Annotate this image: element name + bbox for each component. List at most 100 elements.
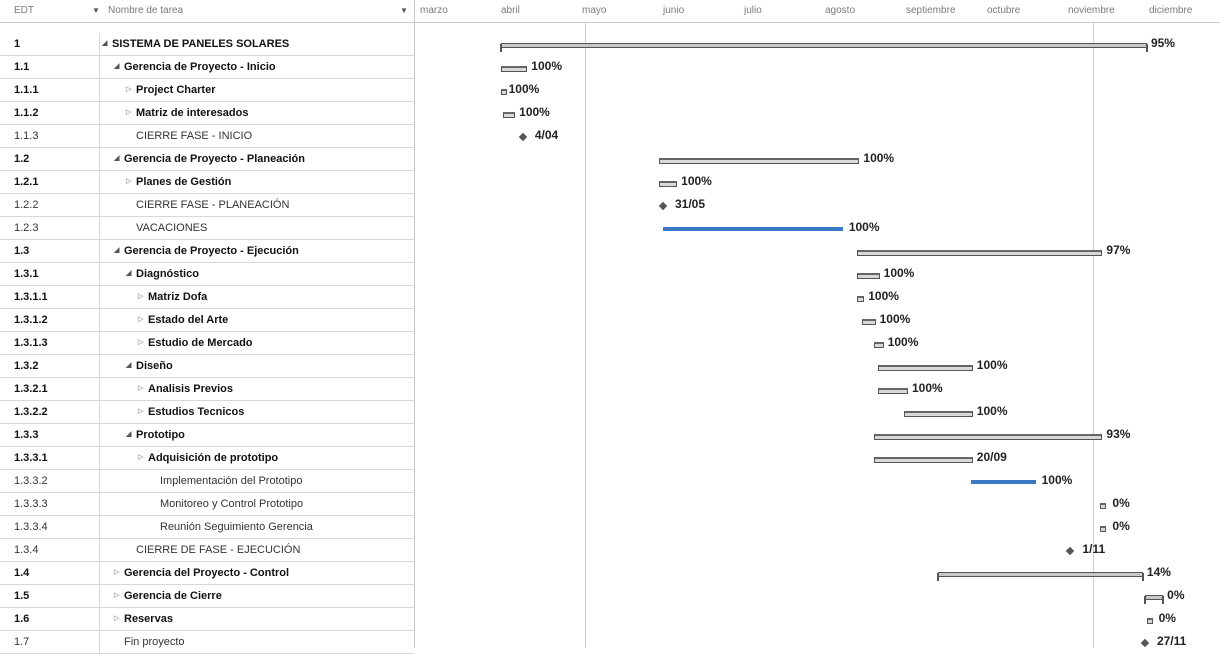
name-column-header[interactable]: Nombre de tarea [108, 0, 183, 22]
task-row[interactable]: 1.3 ◢ Gerencia de Proyecto - Ejecución [0, 240, 414, 263]
expand-triangle-icon[interactable]: ▷ [126, 102, 136, 124]
task-name-cell: ▷ Estudios Tecnicos [102, 401, 414, 423]
task-name-cell: VACACIONES [102, 217, 414, 239]
task-name-cell: ◢ Gerencia de Proyecto - Ejecución [102, 240, 414, 262]
expand-triangle-icon[interactable]: ▷ [138, 447, 148, 469]
wbs-column-header[interactable]: EDT [14, 0, 34, 22]
expand-triangle-icon[interactable]: ▷ [126, 79, 136, 101]
task-row[interactable]: 1.3.4 CIERRE DE FASE - EJECUCIÓN [0, 539, 414, 562]
milestone-diamond[interactable] [658, 201, 668, 211]
expand-triangle-icon[interactable]: ▷ [126, 171, 136, 193]
collapse-triangle-icon[interactable]: ◢ [126, 263, 136, 285]
gantt-bar[interactable] [658, 158, 860, 164]
task-row[interactable]: 1.3.2.1 ▷ Analisis Previos [0, 378, 414, 401]
expand-triangle-icon[interactable]: ▷ [138, 378, 148, 400]
task-row[interactable]: 1.3.1.3 ▷ Estudio de Mercado [0, 332, 414, 355]
task-row[interactable]: 1.1 ◢ Gerencia de Proyecto - Inicio [0, 56, 414, 79]
gantt-bar[interactable] [501, 66, 528, 72]
bar-label: 27/11 [1156, 634, 1187, 648]
expand-triangle-icon[interactable]: ▷ [138, 309, 148, 331]
gantt-bar[interactable] [873, 342, 884, 348]
bar-label: 0% [1158, 611, 1176, 625]
task-row[interactable]: 1.3.1.1 ▷ Matriz Dofa [0, 286, 414, 309]
critical-task-bar[interactable] [663, 227, 843, 231]
summary-bar[interactable] [937, 572, 1144, 581]
wbs-cell: 1.5 [0, 585, 100, 607]
expand-triangle-icon[interactable]: ▷ [138, 286, 148, 308]
gantt-bar[interactable] [862, 319, 876, 325]
gantt-bar[interactable] [877, 365, 973, 371]
task-row[interactable]: 1.3.3.1 ▷ Adquisición de prototipo [0, 447, 414, 470]
task-row[interactable]: 1.1.1 ▷ Project Charter [0, 79, 414, 102]
gantt-bar[interactable] [501, 89, 507, 95]
summary-bar[interactable] [1143, 595, 1165, 604]
task-row[interactable]: 1.1.2 ▷ Matriz de interesados [0, 102, 414, 125]
expand-triangle-icon[interactable]: ▷ [138, 401, 148, 423]
task-row[interactable]: 1 ◢ SISTEMA DE PANELES SOLARES [0, 33, 414, 56]
summary-bar[interactable] [500, 43, 1148, 52]
expand-triangle-icon[interactable]: ▷ [138, 332, 148, 354]
task-row[interactable]: 1.4 ▷ Gerencia del Proyecto - Control [0, 562, 414, 585]
gantt-bar[interactable] [857, 296, 865, 302]
gantt-bar[interactable] [1146, 618, 1153, 624]
collapse-triangle-icon[interactable]: ◢ [126, 424, 136, 446]
milestone-diamond[interactable] [518, 132, 528, 142]
month-label: septiembre [906, 5, 956, 16]
task-row[interactable]: 1.3.3 ◢ Prototipo [0, 424, 414, 447]
task-name-cell: ◢ Diagnóstico [102, 263, 414, 285]
month-label: julio [744, 5, 762, 16]
gantt-bar[interactable] [873, 457, 973, 463]
task-row[interactable]: 1.2.3 VACACIONES [0, 217, 414, 240]
critical-task-bar[interactable] [970, 480, 1036, 484]
task-name-label: Estado del Arte [148, 314, 229, 326]
task-name-label: Project Charter [136, 84, 216, 96]
gantt-bar[interactable] [873, 434, 1103, 440]
gantt-bar[interactable] [502, 112, 516, 118]
wbs-cell: 1.3.1.1 [0, 286, 100, 308]
task-row[interactable]: 1.1.3 CIERRE FASE - INICIO [0, 125, 414, 148]
bar-label: 100% [508, 82, 540, 96]
task-name-label: Gerencia de Proyecto - Ejecución [124, 245, 299, 257]
task-row[interactable]: 1.3.2.2 ▷ Estudios Tecnicos [0, 401, 414, 424]
task-row[interactable]: 1.2.2 CIERRE FASE - PLANEACIÓN [0, 194, 414, 217]
gantt-bar[interactable] [857, 273, 880, 279]
task-row[interactable]: 1.3.3.3 Monitoreo y Control Prototipo [0, 493, 414, 516]
task-row[interactable]: 1.3.1.2 ▷ Estado del Arte [0, 309, 414, 332]
milestone-diamond[interactable] [1140, 638, 1150, 648]
collapse-triangle-icon[interactable]: ◢ [126, 355, 136, 377]
gantt-bar[interactable] [857, 250, 1103, 256]
gantt-bar[interactable] [904, 411, 973, 417]
gantt-bar[interactable] [1100, 503, 1107, 509]
wbs-cell: 1.3.3.3 [0, 493, 100, 515]
expand-triangle-icon[interactable]: ▷ [114, 585, 124, 607]
collapse-triangle-icon[interactable]: ◢ [114, 240, 124, 262]
wbs-filter-icon[interactable]: ▼ [92, 0, 100, 22]
expand-triangle-icon[interactable]: ▷ [114, 608, 124, 630]
task-name-label: Fin proyecto [124, 636, 185, 648]
milestone-diamond[interactable] [1066, 546, 1075, 556]
task-row[interactable]: 1.7 Fin proyecto [0, 631, 414, 654]
task-row[interactable]: 1.6 ▷ Reservas [0, 608, 414, 631]
wbs-cell: 1.3.3.4 [0, 516, 100, 538]
gantt-bar[interactable] [1100, 526, 1107, 532]
task-row[interactable]: 1.5 ▷ Gerencia de Cierre [0, 585, 414, 608]
task-row[interactable]: 1.2.1 ▷ Planes de Gestión [0, 171, 414, 194]
gantt-bar[interactable] [877, 388, 908, 394]
task-name-label: Diseño [136, 360, 173, 372]
collapse-triangle-icon[interactable]: ◢ [114, 56, 124, 78]
task-name-cell: ▷ Estudio de Mercado [102, 332, 414, 354]
gantt-bar[interactable] [658, 181, 678, 187]
task-row[interactable]: 1.2 ◢ Gerencia de Proyecto - Planeación [0, 148, 414, 171]
wbs-cell: 1.2.2 [0, 194, 100, 216]
collapse-triangle-icon[interactable]: ◢ [102, 33, 112, 55]
name-filter-icon[interactable]: ▼ [400, 0, 408, 22]
task-row[interactable]: 1.3.1 ◢ Diagnóstico [0, 263, 414, 286]
task-row[interactable]: 1.3.3.2 Implementación del Prototipo [0, 470, 414, 493]
collapse-triangle-icon[interactable]: ◢ [114, 148, 124, 170]
bar-label: 95% [1150, 36, 1175, 50]
task-row[interactable]: 1.3.3.4 Reunión Seguimiento Gerencia [0, 516, 414, 539]
bar-label: 100% [863, 151, 895, 165]
expand-triangle-icon[interactable]: ▷ [114, 562, 124, 584]
task-row[interactable]: 1.3.2 ◢ Diseño [0, 355, 414, 378]
task-name-cell: Monitoreo y Control Prototipo [102, 493, 414, 515]
